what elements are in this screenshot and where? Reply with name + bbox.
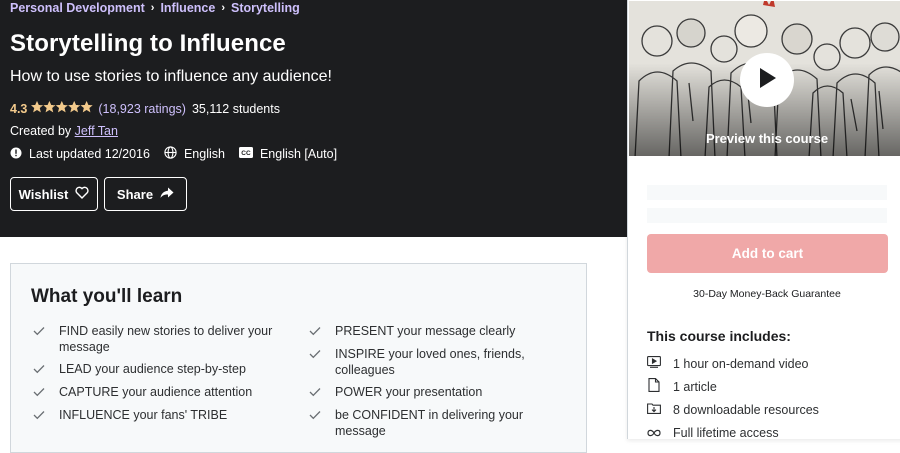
rating-value: 4.3 — [10, 101, 28, 116]
learn-item: FIND easily new stories to deliver your … — [33, 323, 283, 355]
play-button[interactable] — [740, 53, 794, 107]
closed-captions-icon: CC — [238, 147, 260, 161]
rating-row: 4.3 (18,923 ratings) 35,112 students — [10, 100, 280, 116]
includes-item: 8 downloadable resources — [647, 398, 819, 421]
check-icon — [309, 408, 323, 424]
includes-item-label: 1 hour on-demand video — [673, 356, 809, 371]
language-text: English — [183, 147, 225, 161]
learn-item: INSPIRE your loved ones, friends, collea… — [309, 346, 559, 378]
learn-item: LEAD your audience step-by-step — [33, 361, 283, 378]
breadcrumb-storytelling[interactable]: Storytelling — [231, 1, 300, 15]
last-updated-text: Last updated 12/2016 — [29, 147, 150, 161]
includes-item: 1 article — [647, 375, 819, 398]
wishlist-button[interactable]: Wishlist — [10, 177, 98, 211]
learn-item-text: LEAD your audience step-by-step — [59, 362, 246, 376]
wishlist-label: Wishlist — [18, 186, 69, 202]
course-title: Storytelling to Influence — [10, 30, 286, 57]
check-icon — [33, 324, 47, 340]
check-icon — [309, 324, 323, 340]
includes-title: This course includes: — [647, 328, 791, 344]
learn-item-text: be CONFIDENT in delivering your message — [335, 408, 524, 438]
breadcrumb-personal-development[interactable]: Personal Development — [10, 1, 145, 15]
course-preview[interactable]: Preview this course — [628, 0, 900, 157]
alert-icon — [10, 147, 29, 162]
created-by: Created by Jeff Tan — [10, 124, 118, 138]
includes-item-label: 8 downloadable resources — [673, 402, 819, 417]
includes-item-label: 1 article — [673, 379, 717, 394]
learn-item-text: INSPIRE your loved ones, friends, collea… — [335, 347, 525, 377]
language: English — [164, 146, 225, 162]
price-placeholder — [647, 208, 887, 223]
check-icon — [309, 385, 323, 401]
money-back-guarantee: 30-Day Money-Back Guarantee — [693, 288, 841, 300]
check-icon — [33, 385, 47, 401]
includes-item: Full lifetime access — [647, 421, 819, 444]
file-icon — [647, 378, 673, 395]
check-icon — [309, 347, 323, 363]
learn-item-text: POWER your presentation — [335, 385, 483, 399]
last-updated: Last updated 12/2016 — [10, 147, 150, 162]
breadcrumb-separator: › — [221, 2, 225, 14]
includes-item: 1 hour on-demand video — [647, 352, 819, 375]
breadcrumb: Personal Development › Influence › Story… — [10, 1, 300, 15]
instructor-link[interactable]: Jeff Tan — [75, 124, 118, 138]
add-to-cart-button[interactable]: Add to cart — [647, 234, 888, 273]
learn-item: INFLUENCE your fans' TRIBE — [33, 407, 283, 424]
price-placeholder — [647, 185, 887, 200]
created-by-label: Created by — [10, 124, 75, 138]
share-button[interactable]: Share — [104, 177, 187, 211]
students-count: 35,112 students — [191, 101, 280, 116]
learn-item-text: PRESENT your message clearly — [335, 324, 516, 338]
learn-list-left: FIND easily new stories to deliver your … — [33, 323, 283, 430]
svg-text:CC: CC — [241, 150, 251, 157]
learn-item: be CONFIDENT in delivering your message — [309, 407, 559, 439]
course-subtitle: How to use stories to influence any audi… — [10, 68, 332, 85]
learn-title: What you'll learn — [31, 286, 183, 307]
what-youll-learn-box: What you'll learn FIND easily new storie… — [10, 263, 587, 453]
play-icon — [757, 67, 777, 94]
download-icon — [647, 402, 673, 417]
share-arrow-icon — [153, 187, 174, 202]
captions: CC English [Auto] — [238, 147, 338, 161]
infinity-icon — [647, 426, 673, 440]
globe-icon — [164, 146, 184, 162]
includes-list: 1 hour on-demand video 1 article 8 downl… — [647, 352, 819, 444]
share-label: Share — [116, 186, 154, 202]
video-icon — [647, 356, 673, 371]
captions-text: English [Auto] — [259, 147, 338, 161]
purchase-sidebar: Preview this course Add to cart 30-Day M… — [627, 0, 900, 440]
star-rating-icon — [31, 100, 94, 116]
learn-item: CAPTURE your audience attention — [33, 384, 283, 401]
breadcrumb-influence[interactable]: Influence — [160, 1, 215, 15]
learn-list-right: PRESENT your message clearly INSPIRE you… — [309, 323, 559, 445]
ratings-count-link[interactable]: (18,923 ratings) — [98, 102, 186, 116]
learn-item-text: CAPTURE your audience attention — [59, 385, 253, 399]
check-icon — [33, 408, 47, 424]
learn-item: PRESENT your message clearly — [309, 323, 559, 340]
check-icon — [33, 362, 47, 378]
heart-icon — [68, 186, 89, 202]
learn-item-text: INFLUENCE your fans' TRIBE — [59, 408, 228, 422]
breadcrumb-separator: › — [150, 2, 155, 14]
learn-item-text: FIND easily new stories to deliver your … — [59, 324, 273, 354]
course-meta: Last updated 12/2016 English CC English … — [10, 146, 351, 162]
learn-item: POWER your presentation — [309, 384, 559, 401]
includes-item-label: Full lifetime access — [673, 425, 779, 440]
preview-label: Preview this course — [705, 131, 829, 146]
